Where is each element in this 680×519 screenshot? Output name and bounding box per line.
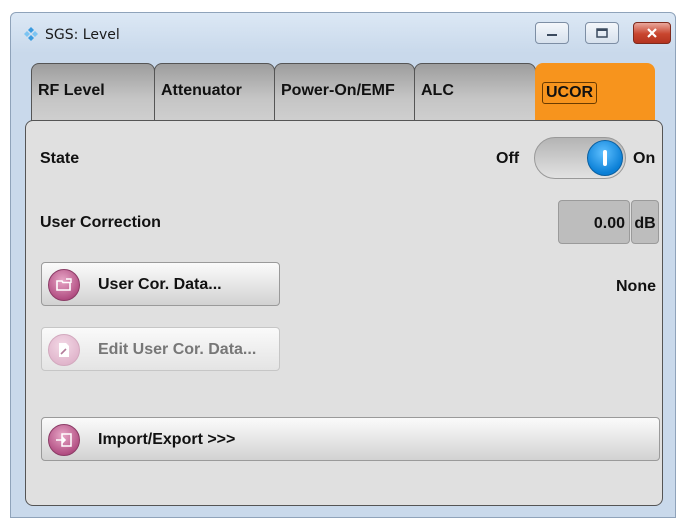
tab-label: UCOR bbox=[542, 82, 598, 104]
tab-rf-level[interactable]: RF Level bbox=[31, 63, 155, 121]
tab-label: Power-On/EMF bbox=[281, 82, 395, 99]
user-correction-label: User Correction bbox=[40, 214, 161, 231]
import-export-icon bbox=[48, 424, 80, 456]
title-bar[interactable]: SGS: Level bbox=[11, 13, 675, 53]
folder-open-icon bbox=[48, 269, 80, 301]
maximize-icon bbox=[596, 28, 608, 38]
tab-power-on-emf[interactable]: Power-On/EMF bbox=[274, 63, 415, 121]
state-off-label: Off bbox=[496, 150, 520, 167]
selected-file-value: None bbox=[616, 278, 656, 295]
import-export-button[interactable]: Import/Export >>> bbox=[41, 417, 660, 461]
close-icon bbox=[647, 28, 657, 38]
tab-label: RF Level bbox=[38, 82, 105, 99]
state-label: State bbox=[40, 150, 80, 167]
level-dialog-window: SGS: Level RF Level Attenuator Power-On/… bbox=[10, 12, 676, 518]
tab-ucor[interactable]: UCOR bbox=[535, 63, 655, 121]
close-button[interactable] bbox=[633, 22, 671, 44]
tab-attenuator[interactable]: Attenuator bbox=[154, 63, 275, 121]
tab-label: Attenuator bbox=[161, 82, 242, 99]
maximize-button[interactable] bbox=[585, 22, 619, 44]
user-cor-data-button[interactable]: User Cor. Data... bbox=[41, 262, 280, 306]
edit-user-cor-data-button[interactable]: Edit User Cor. Data... bbox=[41, 327, 280, 371]
ucor-panel: State Off On User Correction 0.00 dB Use… bbox=[25, 120, 663, 506]
window-title: SGS: Level bbox=[45, 27, 120, 43]
state-toggle[interactable] bbox=[534, 137, 626, 179]
import-export-label: Import/Export >>> bbox=[98, 431, 236, 448]
tab-alc[interactable]: ALC bbox=[414, 63, 536, 121]
app-logo-icon bbox=[24, 27, 38, 41]
user-cor-data-label: User Cor. Data... bbox=[98, 276, 222, 293]
state-on-label: On bbox=[633, 150, 656, 167]
toggle-knob bbox=[587, 140, 623, 176]
edit-document-icon bbox=[48, 334, 80, 366]
user-correction-unit[interactable]: dB bbox=[631, 200, 659, 244]
edit-user-cor-data-label: Edit User Cor. Data... bbox=[98, 341, 257, 358]
minimize-icon bbox=[547, 34, 557, 36]
minimize-button[interactable] bbox=[535, 22, 569, 44]
user-correction-value[interactable]: 0.00 bbox=[558, 200, 630, 244]
tab-label: ALC bbox=[421, 82, 454, 99]
